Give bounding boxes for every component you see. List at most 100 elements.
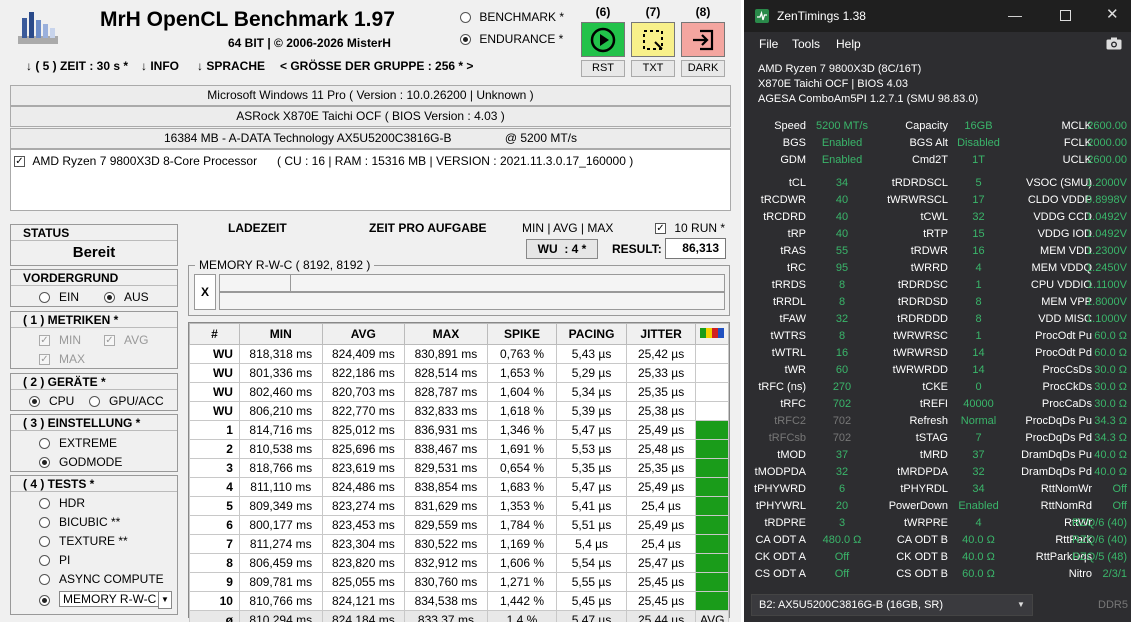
metrik-avg[interactable]: ✓ AVG — [104, 333, 148, 347]
run-button[interactable] — [581, 22, 625, 57]
metriken-heading: ( 1 ) METRIKEN * — [11, 312, 177, 328]
test-texture[interactable]: TEXTURE ** — [39, 534, 128, 548]
txt-button[interactable]: TXT — [631, 60, 675, 77]
timing-label: Nitro — [1068, 568, 1092, 580]
test-memory-rwc[interactable]: MEMORY R-W-C ▼ — [39, 591, 172, 609]
table-cell: 5,55 µs — [556, 572, 627, 592]
wu-button[interactable]: WU : 4 * — [526, 239, 598, 259]
timing-label: tRFC2 — [774, 415, 806, 427]
row-status-color — [695, 420, 729, 440]
device-checkbox[interactable]: ✓ — [14, 156, 25, 168]
timing-label: tWRWRSCL — [887, 194, 948, 206]
timing-value: 34 — [835, 177, 849, 189]
row-status-color — [695, 363, 729, 383]
timing-value: 1.0492V — [1086, 228, 1127, 240]
timing-label: tRDRDSD — [897, 296, 948, 308]
geraet-cpu[interactable]: CPU — [29, 394, 74, 408]
timing-label: tMOD — [777, 449, 806, 461]
timing-value: 1.2300V — [1086, 245, 1127, 257]
zentimings-window: ZenTimings 1.38 — ✕ File Tools Help AMD … — [744, 0, 1131, 622]
ten-run-option[interactable]: ✓ 10 RUN * — [655, 221, 725, 235]
timing-value: 2600.00 — [1087, 120, 1127, 132]
timing-value: 1.1000V — [1086, 313, 1127, 325]
timing-value: 40.0 Ω — [1094, 466, 1127, 478]
timing-label: VDD MISC — [1038, 313, 1092, 325]
timing-label: CS ODT B — [896, 568, 948, 580]
menu-zeit[interactable]: ↓ ( 5 ) ZEIT : 30 s * — [26, 59, 128, 73]
test-async-compute[interactable]: ASYNC COMPUTE — [39, 572, 164, 586]
timing-label: tRDRDDD — [897, 313, 948, 325]
metrik-max[interactable]: ✓ MAX — [39, 352, 85, 366]
dark-button[interactable]: DARK — [681, 60, 725, 77]
timing-label: VDDG IOD — [1037, 228, 1092, 240]
table-cell: 25,49 µs — [625, 515, 697, 535]
timing-label: CA ODT B — [896, 534, 948, 546]
table-cell: 830,760 ms — [404, 572, 488, 592]
menu-info[interactable]: ↓ INFO — [141, 59, 179, 73]
mode-benchmark-option[interactable]: BENCHMARK * — [460, 10, 564, 24]
vordergrund-ein[interactable]: EIN — [39, 290, 79, 304]
timing-value: 37 — [972, 449, 985, 461]
table-cell: 806,210 ms — [238, 401, 323, 421]
row-label: WU — [189, 363, 240, 383]
timing-label: CK ODT B — [896, 551, 948, 563]
chevron-down-icon[interactable]: ▼ — [158, 591, 172, 609]
select-button[interactable] — [631, 22, 675, 57]
timing-label: ProcCkDs — [1042, 381, 1092, 393]
timing-label: tRDWR — [910, 245, 948, 257]
table-cell: 0,654 % — [486, 458, 558, 478]
mode-benchmark-radio[interactable] — [460, 12, 471, 24]
rst-number: (6) — [595, 5, 611, 19]
timing-value: 95 — [835, 262, 849, 274]
row-status-color — [695, 344, 729, 364]
test-hdr[interactable]: HDR — [39, 496, 85, 510]
row-label: 1 — [189, 420, 240, 440]
einstellung-extreme[interactable]: EXTREME — [39, 436, 117, 450]
geraet-gpu[interactable]: GPU/ACC — [89, 394, 164, 408]
row-label: 8 — [189, 553, 240, 573]
table-row: 10 810,766 ms 824,121 ms 834,538 ms 1,442 % 5… — [189, 591, 729, 611]
table-cell: 836,931 ms — [404, 420, 488, 440]
table-cell: 822,770 ms — [321, 401, 406, 421]
test-bicubic[interactable]: BICUBIC ** — [39, 515, 120, 529]
dark-number: (8) — [695, 5, 711, 19]
timing-label: tWRWRDD — [892, 364, 948, 376]
ten-run-checkbox[interactable]: ✓ — [655, 223, 666, 235]
table-cell: 814,716 ms — [238, 420, 323, 440]
metriken-group: ( 1 ) METRIKEN * ✓ MIN ✓ AVG ✓ MAX — [10, 311, 178, 369]
device-row[interactable]: ✓ AMD Ryzen 7 9800X3D 8-Core Processor — [14, 154, 257, 168]
table-cell: 25,33 µs — [625, 363, 697, 383]
row-status-color — [695, 553, 729, 573]
mode-endurance-radio[interactable] — [460, 34, 471, 46]
einstellung-godmode[interactable]: GODMODE — [39, 455, 122, 469]
mode-endurance-option[interactable]: ENDURANCE * — [460, 32, 563, 46]
dimm-select[interactable]: B2: AX5U5200C3816G-B (16GB, SR) ▼ — [751, 594, 1033, 616]
table-cell: 801,336 ms — [238, 363, 323, 383]
timing-value: 1.2450V — [1086, 262, 1127, 274]
zen-timings-grid: Speed 5200 MT/s Capacity 16GB MCLK 2600.00 BGS… — [744, 0, 1131, 600]
menu-sprache[interactable]: ↓ SPRACHE — [197, 59, 265, 73]
test-pi[interactable]: PI — [39, 553, 70, 567]
table-row: WU 806,210 ms 822,770 ms 832,833 ms 1,618 % 5… — [189, 401, 729, 421]
timing-value: 40 — [835, 194, 849, 206]
exit-button[interactable] — [681, 22, 725, 57]
timing-value: 270 — [832, 381, 852, 393]
timing-value: 30.0 Ω — [1094, 364, 1127, 376]
timing-value: 8 — [975, 313, 982, 325]
average-cell: 833,37 ms — [404, 610, 488, 622]
timing-label: tCWL — [920, 211, 949, 223]
rst-button[interactable]: RST — [581, 60, 625, 77]
timing-label: tRCDRD — [763, 211, 806, 223]
timing-value: 14 — [972, 347, 985, 359]
device-list: ✓ AMD Ryzen 7 9800X3D 8-Core Processor (… — [10, 149, 731, 211]
table-row: 9 809,781 ms 825,055 ms 830,760 ms 1,271 % 5,… — [189, 572, 729, 592]
vordergrund-aus[interactable]: AUS — [104, 290, 149, 304]
row-label: 10 — [189, 591, 240, 611]
average-symbol: ø — [189, 610, 240, 622]
timing-value: 0 — [975, 381, 982, 393]
metrik-min[interactable]: ✓ MIN — [39, 333, 81, 347]
status-group: STATUS Bereit — [10, 224, 178, 266]
menu-gruppe[interactable]: < GRÖSSE DER GRUPPE : 256 * > — [280, 59, 473, 73]
timing-value: 1T — [972, 154, 985, 166]
timing-value: Off — [1112, 500, 1127, 512]
